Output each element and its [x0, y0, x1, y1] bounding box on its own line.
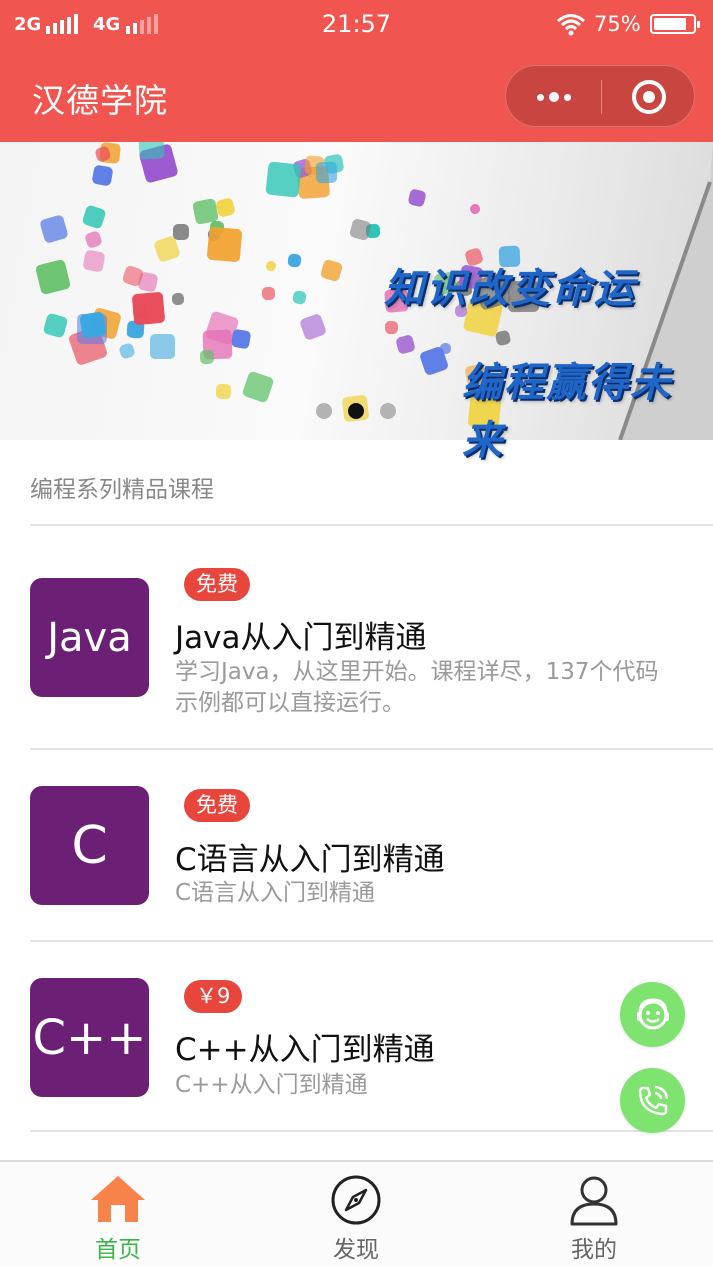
tab-home[interactable]: 首页: [38, 1162, 198, 1267]
app-tile-icon: [191, 198, 219, 225]
price-badge: ￥9: [184, 980, 243, 1013]
course-description: C语言从入门到精通: [175, 880, 376, 906]
course-description: 学习Java，从这里开始。课程详尽，137个代码示例都可以直接运行。: [175, 659, 659, 716]
app-tile-icon: [291, 289, 308, 306]
tab-label: 首页: [95, 1237, 141, 1263]
app-tile-icon: [34, 258, 71, 296]
carousel-dot[interactable]: [380, 403, 396, 419]
close-button[interactable]: [602, 66, 696, 128]
divider: [30, 524, 713, 526]
app-tile-icon: [265, 161, 302, 199]
app-tile-icon: [149, 333, 176, 360]
app-tile-icon: [199, 349, 215, 365]
course-thumbnail: Java: [30, 578, 149, 697]
price-badge: 免费: [184, 568, 250, 601]
carousel-dot-active[interactable]: [348, 403, 364, 419]
app-tile-icon: [214, 196, 236, 218]
target-circle-icon: [632, 80, 666, 114]
more-button[interactable]: [506, 66, 601, 128]
app-tile-icon: [206, 226, 243, 263]
app-tile-icon: [241, 369, 275, 404]
carousel-dot[interactable]: [316, 403, 332, 419]
banner-slogan-line1: 知识改变命运: [384, 265, 636, 312]
app-tile-icon: [82, 249, 106, 273]
phone-call-icon: [638, 1085, 668, 1115]
page-title: 汉德学院: [32, 81, 168, 120]
app-tile-icon: [298, 312, 327, 341]
course-title: C++从入门到精通: [175, 1032, 435, 1068]
tab-discover[interactable]: 发现: [276, 1162, 436, 1267]
price-badge: 免费: [184, 789, 250, 822]
more-dots-icon: [548, 92, 559, 102]
course-item-c[interactable]: C 免费 C语言从入门到精通 C语言从入门到精通: [0, 750, 713, 940]
phone-call-button[interactable]: [620, 1068, 685, 1133]
app-tile-icon: [287, 252, 302, 268]
app-tile-icon: [406, 187, 427, 208]
app-tile-icon: [316, 161, 338, 184]
user-icon: [570, 1176, 618, 1226]
app-tile-icon: [494, 329, 511, 347]
battery-icon: [650, 14, 700, 34]
app-tile-icon: [261, 286, 275, 300]
section-title: 编程系列精品课程: [30, 477, 214, 503]
app-tile-icon: [173, 224, 189, 240]
course-item-cpp[interactable]: C++ ￥9 C++从入门到精通 C++从入门到精通: [0, 942, 713, 1130]
banner-slogan-line2: 编程赢得未来: [462, 359, 672, 464]
app-tile-icon: [319, 258, 344, 283]
app-tile-icon: [42, 312, 68, 339]
compass-icon: [331, 1175, 381, 1225]
tab-label: 发现: [333, 1237, 379, 1263]
app-tile-icon: [83, 230, 104, 250]
more-dots-icon: [563, 93, 571, 101]
app-tile-icon: [91, 164, 114, 187]
app-tile-icon: [265, 259, 278, 273]
course-thumbnail: C++: [30, 978, 149, 1097]
app-tile-icon: [138, 142, 165, 160]
app-tile-icon: [171, 292, 184, 306]
app-tile-icon: [394, 333, 416, 355]
app-tile-icon: [118, 342, 137, 360]
tab-bar: 首页 发现 我的: [0, 1160, 713, 1267]
top-bar: 2G 4G 21:57 75% 汉德学院: [0, 0, 713, 142]
divider: [30, 1130, 713, 1132]
course-item-java[interactable]: Java 免费 Java从入门到精通 学习Java，从这里开始。课程详尽，137…: [0, 528, 713, 748]
app-tile-icon: [215, 383, 231, 399]
app-tile-icon: [79, 311, 107, 340]
app-tile-icon: [468, 202, 482, 216]
carousel-indicator: [316, 403, 396, 419]
app-tile-icon: [81, 204, 108, 230]
app-tile-icon: [38, 214, 69, 245]
app-tile-icon: [231, 328, 252, 350]
customer-service-button[interactable]: [620, 982, 685, 1047]
course-thumbnail: C: [30, 786, 149, 905]
course-title: Java从入门到精通: [175, 620, 427, 656]
home-icon: [91, 1176, 145, 1222]
battery-percent: 75%: [594, 12, 641, 36]
course-title: C语言从入门到精通: [175, 842, 445, 878]
app-tile-icon: [131, 291, 166, 326]
wifi-icon: [557, 14, 585, 36]
more-dots-icon: [536, 93, 544, 101]
app-tile-icon: [384, 320, 399, 335]
mini-program-capsule: [505, 65, 695, 127]
tab-label: 我的: [571, 1237, 617, 1263]
course-description: C++从入门到精通: [175, 1072, 368, 1098]
customer-service-icon: [636, 997, 669, 1029]
status-bar: 2G 4G 21:57 75%: [0, 0, 713, 50]
tab-mine[interactable]: 我的: [514, 1162, 674, 1267]
